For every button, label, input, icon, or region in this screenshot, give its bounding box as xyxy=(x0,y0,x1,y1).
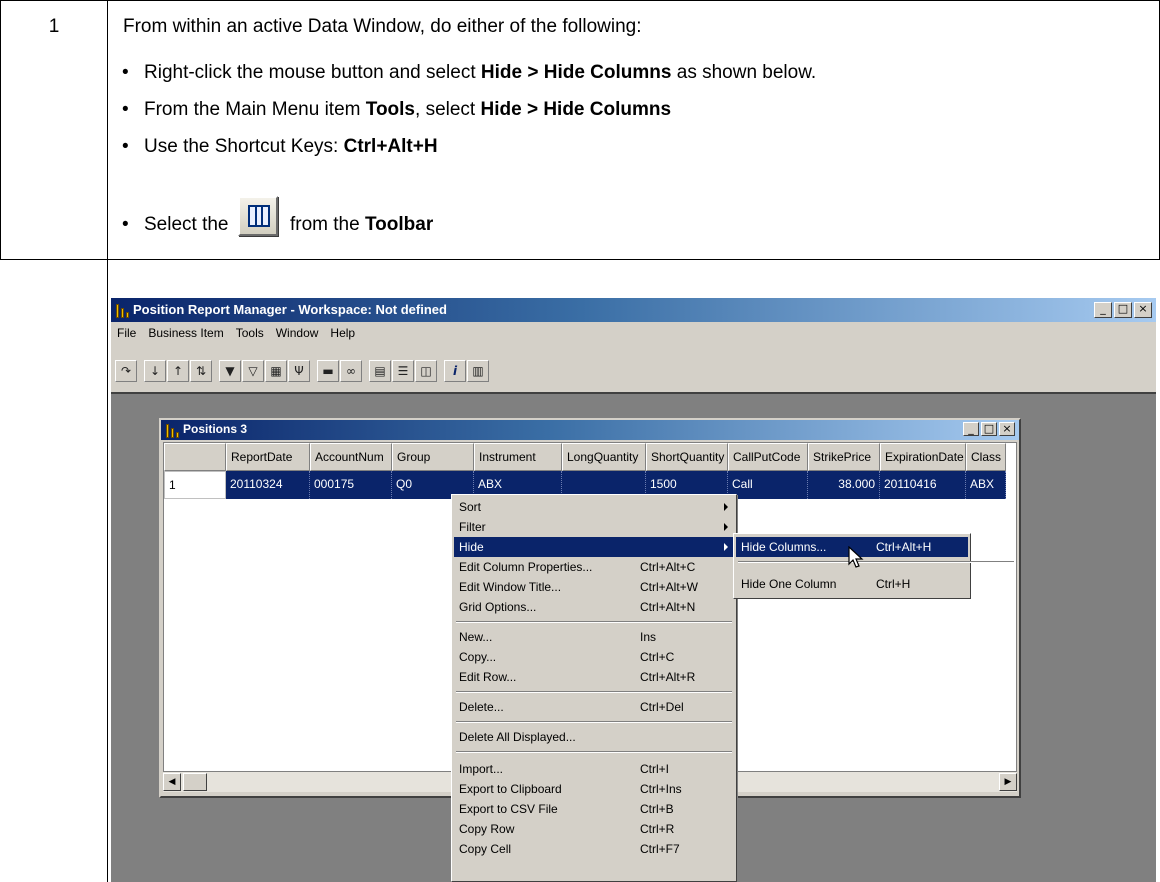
submenu-arrow-icon xyxy=(724,523,728,531)
scroll-left-icon[interactable]: ◀ xyxy=(163,773,181,791)
tile-icon[interactable]: ▤ xyxy=(369,360,391,382)
header-reportdate[interactable]: ReportDate xyxy=(226,443,310,471)
mouse-cursor-icon xyxy=(848,546,864,568)
child-title: Positions 3 xyxy=(183,422,248,436)
app-titlebar[interactable]: Position Report Manager - Workspace: Not… xyxy=(111,298,1156,322)
menu-item-grid-options[interactable]: Grid Options... Ctrl+Alt+N xyxy=(454,597,734,617)
menu-separator xyxy=(456,751,732,753)
find-icon[interactable]: ∞ xyxy=(340,360,362,382)
menu-separator xyxy=(456,621,732,623)
bullet-toolbar-suffix: from the Toolbar xyxy=(290,214,434,235)
header-longquantity[interactable]: LongQuantity xyxy=(562,443,646,471)
menu-item-edit-row[interactable]: Edit Row... Ctrl+Alt+R xyxy=(454,667,734,687)
submenu-arrow-icon xyxy=(724,503,728,511)
menu-item-export-clipboard[interactable]: Export to Clipboard Ctrl+Ins xyxy=(454,779,734,799)
close-button[interactable]: × xyxy=(1134,302,1152,318)
menu-separator xyxy=(456,721,732,723)
context-menu: Sort Filter Hide Edit Column Properties.… xyxy=(451,494,737,882)
header-expirationdate[interactable]: ExpirationDate xyxy=(880,443,966,471)
scroll-thumb[interactable] xyxy=(183,773,207,791)
bullet-shortcut: Use the Shortcut Keys: Ctrl+Alt+H xyxy=(144,136,438,157)
info-icon[interactable]: i xyxy=(444,360,466,382)
grid-select-icon[interactable]: ▦ xyxy=(265,360,287,382)
cell-callputcode[interactable]: Call xyxy=(728,471,808,499)
step-intro: From within an active Data Window, do ei… xyxy=(123,16,642,37)
menu-separator xyxy=(456,691,732,693)
menu-item-delete[interactable]: Delete... Ctrl+Del xyxy=(454,697,734,717)
menu-item-import[interactable]: Import... Ctrl+I xyxy=(454,759,734,779)
child-maximize-button[interactable]: □ xyxy=(981,422,997,436)
menu-item-filter[interactable]: Filter xyxy=(454,517,734,537)
menu-item-export-csv[interactable]: Export to CSV File Ctrl+B xyxy=(454,799,734,819)
header-group[interactable]: Group xyxy=(392,443,474,471)
app-title: Position Report Manager - Workspace: Not… xyxy=(133,302,447,317)
bullet-main-menu: From the Main Menu item Tools, select Hi… xyxy=(144,99,672,120)
submenu-arrow-icon xyxy=(724,543,728,551)
header-shortquantity[interactable]: ShortQuantity xyxy=(646,443,728,471)
grid-header: ReportDate AccountNum Group Instrument L… xyxy=(164,443,1006,471)
menu-item-sort[interactable]: Sort xyxy=(454,497,734,517)
bullet-marker: • xyxy=(122,62,129,83)
menu-file[interactable]: File xyxy=(111,324,142,344)
cell-accountnum[interactable]: 000175 xyxy=(310,471,392,499)
hide-columns-icon[interactable]: ▥ xyxy=(467,360,489,382)
cell-strikeprice[interactable]: 38.000 xyxy=(808,471,880,499)
row-divider xyxy=(0,259,1160,260)
table-border-top xyxy=(0,0,1160,1)
child-window-icon xyxy=(165,422,181,438)
sort-ascending-icon[interactable]: ↓ xyxy=(144,360,166,382)
cell-reportdate[interactable]: 20110324 xyxy=(226,471,310,499)
bullet-marker: • xyxy=(122,214,129,235)
header-class[interactable]: Class xyxy=(966,443,1006,471)
toolbar: ↷ ↓ ↑ ⇅ ▼ ▽ ▦ Ψ ▬ ∞ ▤ ☰ ◫ i ▥ xyxy=(115,356,490,386)
column-divider xyxy=(107,0,108,882)
cell-class[interactable]: ABX xyxy=(966,471,1006,499)
row-number[interactable]: 1 xyxy=(164,471,226,499)
bullet-toolbar: Select the xyxy=(144,214,229,235)
minimize-button[interactable]: _ xyxy=(1094,302,1112,318)
menu-bar: File Business Item Tools Window Help xyxy=(111,324,361,344)
menu-help[interactable]: Help xyxy=(324,324,361,344)
menu-item-copy-cell[interactable]: Copy Cell Ctrl+F7 xyxy=(454,839,734,859)
child-close-button[interactable]: × xyxy=(999,422,1015,436)
menu-item-copy-row[interactable]: Copy Row Ctrl+R xyxy=(454,819,734,839)
fork-icon[interactable]: Ψ xyxy=(288,360,310,382)
app-icon xyxy=(115,302,131,318)
maximize-button[interactable]: □ xyxy=(1114,302,1132,318)
header-instrument[interactable]: Instrument xyxy=(474,443,562,471)
menu-tools[interactable]: Tools xyxy=(230,324,270,344)
cascade-icon[interactable]: ☰ xyxy=(392,360,414,382)
header-callputcode[interactable]: CallPutCode xyxy=(728,443,808,471)
bullet-marker: • xyxy=(122,136,129,157)
scroll-right-icon[interactable]: ▶ xyxy=(999,773,1017,791)
bullet-marker: • xyxy=(122,99,129,120)
header-strikeprice[interactable]: StrikePrice xyxy=(808,443,880,471)
header-accountnum[interactable]: AccountNum xyxy=(310,443,392,471)
columns-icon[interactable]: ◫ xyxy=(415,360,437,382)
child-minimize-button[interactable]: _ xyxy=(963,422,979,436)
menu-item-hide[interactable]: Hide xyxy=(454,537,734,557)
hide-columns-icon xyxy=(238,196,278,236)
print-icon[interactable]: ▬ xyxy=(317,360,339,382)
cell-expirationdate[interactable]: 20110416 xyxy=(880,471,966,499)
menu-item-hide-one-column[interactable]: Hide One Column Ctrl+H xyxy=(736,574,968,594)
clear-filter-icon[interactable]: ▽ xyxy=(242,360,264,382)
filter-icon[interactable]: ▼ xyxy=(219,360,241,382)
child-titlebar[interactable]: Positions 3 _ □ × xyxy=(161,420,1019,440)
sort-custom-icon[interactable]: ⇅ xyxy=(190,360,212,382)
sort-descending-icon[interactable]: ↑ xyxy=(167,360,189,382)
header-rownum[interactable] xyxy=(164,443,226,471)
menu-item-edit-column-properties[interactable]: Edit Column Properties... Ctrl+Alt+C xyxy=(454,557,734,577)
refresh-icon[interactable]: ↷ xyxy=(115,360,137,382)
bullet-right-click: Right-click the mouse button and select … xyxy=(144,62,817,83)
menu-item-copy[interactable]: Copy... Ctrl+C xyxy=(454,647,734,667)
menu-item-new[interactable]: New... Ins xyxy=(454,627,734,647)
menu-item-delete-all-displayed[interactable]: Delete All Displayed... xyxy=(454,727,734,747)
menu-item-edit-window-title[interactable]: Edit Window Title... Ctrl+Alt+W xyxy=(454,577,734,597)
table-border-left xyxy=(0,0,1,260)
menu-business-item[interactable]: Business Item xyxy=(142,324,229,344)
menu-window[interactable]: Window xyxy=(270,324,325,344)
menu-separator xyxy=(738,561,1014,563)
step-number: 1 xyxy=(48,16,60,37)
